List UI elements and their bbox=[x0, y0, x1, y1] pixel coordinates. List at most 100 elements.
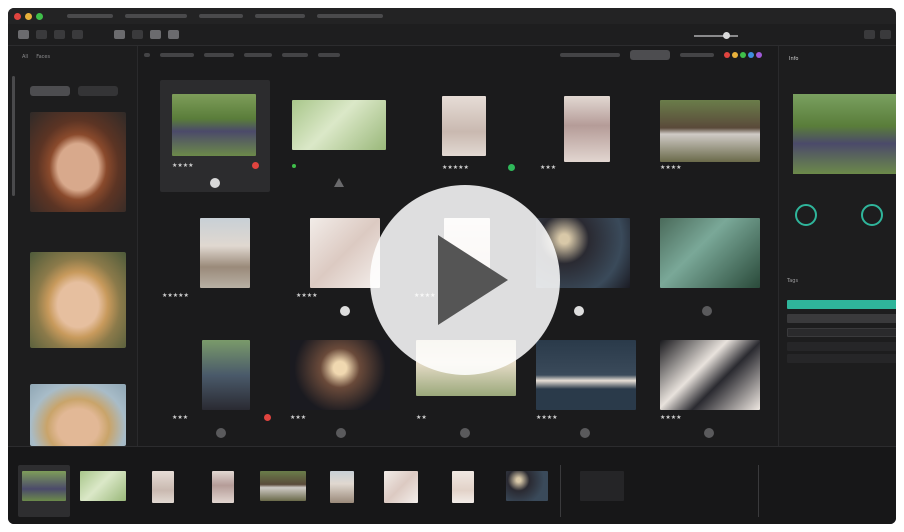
grid-view-button[interactable] bbox=[18, 30, 29, 39]
filmstrip-thumbnail[interactable] bbox=[22, 471, 66, 501]
rating-stars[interactable]: ★★★★ bbox=[296, 292, 318, 299]
filmstrip-thumbnail[interactable] bbox=[384, 471, 418, 503]
color-label-yellow[interactable] bbox=[732, 52, 738, 58]
thumbnail-size-slider[interactable] bbox=[694, 35, 738, 37]
photo-thumbnail[interactable] bbox=[536, 340, 636, 410]
sidebar-toggle-button[interactable] bbox=[880, 30, 891, 39]
filter-item[interactable] bbox=[560, 53, 620, 57]
grid-cell[interactable]: ★★★ bbox=[282, 326, 392, 438]
filmstrip-thumbnail[interactable] bbox=[212, 471, 234, 503]
rating-stars[interactable]: ★★★ bbox=[172, 414, 188, 421]
title-tab[interactable] bbox=[255, 14, 305, 18]
tab-faces[interactable]: Faces bbox=[36, 54, 50, 60]
map-view-button[interactable] bbox=[72, 30, 83, 39]
filmstrip-thumbnail[interactable] bbox=[80, 471, 126, 501]
filter-item[interactable] bbox=[282, 53, 308, 57]
tab-all[interactable]: All bbox=[22, 54, 28, 60]
photo-thumbnail[interactable] bbox=[660, 340, 760, 410]
photo-thumbnail[interactable] bbox=[292, 100, 386, 150]
edit-button[interactable] bbox=[150, 30, 161, 39]
grid-cell[interactable] bbox=[282, 80, 392, 192]
filter-item[interactable] bbox=[318, 53, 340, 57]
export-button[interactable] bbox=[132, 30, 143, 39]
face-thumbnail[interactable] bbox=[30, 112, 126, 212]
reject-badge[interactable] bbox=[252, 162, 259, 169]
filter-icon[interactable] bbox=[144, 53, 150, 57]
tag-input[interactable] bbox=[787, 328, 896, 337]
pick-flag-icon[interactable] bbox=[702, 306, 712, 316]
grid-cell[interactable]: ★★★ bbox=[160, 326, 271, 438]
photo-thumbnail[interactable] bbox=[564, 96, 610, 162]
filmstrip-thumbnail[interactable] bbox=[506, 471, 548, 501]
segment-left[interactable] bbox=[30, 86, 70, 96]
pick-flag-icon[interactable] bbox=[580, 428, 590, 438]
minimize-dot-icon[interactable] bbox=[25, 12, 32, 20]
grid-cell[interactable]: ★★★★ bbox=[646, 80, 760, 192]
pick-flag-icon[interactable] bbox=[216, 428, 226, 438]
import-button[interactable] bbox=[114, 30, 125, 39]
rating-stars[interactable]: ★★★★ bbox=[536, 414, 558, 421]
grid-cell[interactable]: ★★★★ bbox=[160, 80, 270, 192]
pick-flag-icon[interactable] bbox=[340, 306, 350, 316]
photo-thumbnail[interactable] bbox=[290, 340, 390, 410]
grid-cell[interactable]: ★★★★★ bbox=[160, 202, 270, 314]
rating-stars[interactable]: ★★ bbox=[416, 414, 427, 421]
color-label-green[interactable] bbox=[740, 52, 746, 58]
title-tab[interactable] bbox=[125, 14, 187, 18]
scrollbar[interactable] bbox=[12, 76, 15, 196]
face-thumbnail[interactable] bbox=[30, 252, 126, 348]
share-button[interactable] bbox=[168, 30, 179, 39]
slider-handle[interactable] bbox=[723, 32, 730, 39]
rating-stars[interactable]: ★★★★ bbox=[660, 164, 682, 171]
face-thumbnail[interactable] bbox=[30, 384, 126, 446]
filter-selected[interactable] bbox=[630, 50, 670, 60]
rating-stars[interactable]: ★★★★★ bbox=[442, 164, 469, 171]
grid-cell[interactable]: ★★★★ bbox=[522, 326, 636, 438]
accept-badge[interactable] bbox=[508, 164, 515, 171]
color-label-blue[interactable] bbox=[748, 52, 754, 58]
pick-flag-icon[interactable] bbox=[210, 178, 220, 188]
color-label-red[interactable] bbox=[724, 52, 730, 58]
filter-item[interactable] bbox=[244, 53, 272, 57]
filmstrip-thumbnail[interactable] bbox=[580, 471, 624, 501]
photo-thumbnail[interactable] bbox=[660, 218, 760, 288]
panel-toggle-button[interactable] bbox=[864, 30, 875, 39]
tag-row-selected[interactable] bbox=[787, 300, 896, 309]
photo-thumbnail[interactable] bbox=[172, 94, 256, 156]
rating-stars[interactable]: ★★★★★ bbox=[162, 292, 189, 299]
grid-cell[interactable]: ★★★★ bbox=[646, 326, 760, 438]
tag-row[interactable] bbox=[787, 342, 896, 351]
filter-item[interactable] bbox=[204, 53, 234, 57]
single-view-button[interactable] bbox=[36, 30, 47, 39]
segment-right[interactable] bbox=[78, 86, 118, 96]
zoom-dot-icon[interactable] bbox=[36, 12, 43, 20]
filmstrip-thumbnail[interactable] bbox=[452, 471, 474, 503]
title-tab[interactable] bbox=[317, 14, 383, 18]
play-button[interactable] bbox=[370, 185, 560, 375]
filter-item[interactable] bbox=[680, 53, 714, 57]
pick-flag-icon[interactable] bbox=[704, 428, 714, 438]
compare-view-button[interactable] bbox=[54, 30, 65, 39]
pick-flag-icon[interactable] bbox=[336, 428, 346, 438]
rating-stars[interactable]: ★★★ bbox=[540, 164, 556, 171]
grid-cell[interactable]: ★★★ bbox=[522, 80, 632, 192]
filmstrip-thumbnail[interactable] bbox=[152, 471, 174, 503]
grid-cell[interactable] bbox=[646, 202, 760, 316]
title-tab[interactable] bbox=[199, 14, 243, 18]
tag-row[interactable] bbox=[787, 354, 896, 363]
rating-stars[interactable]: ★★★★ bbox=[660, 414, 682, 421]
filmstrip-thumbnail[interactable] bbox=[260, 471, 306, 501]
filmstrip-thumbnail[interactable] bbox=[330, 471, 354, 503]
reject-badge[interactable] bbox=[264, 414, 271, 421]
pick-flag-icon[interactable] bbox=[574, 306, 584, 316]
grid-cell[interactable]: ★★★★★ bbox=[402, 80, 515, 192]
color-label-purple[interactable] bbox=[756, 52, 762, 58]
photo-thumbnail[interactable] bbox=[202, 340, 250, 410]
tag-row[interactable] bbox=[787, 314, 896, 323]
photo-thumbnail[interactable] bbox=[200, 218, 250, 288]
photo-thumbnail[interactable] bbox=[660, 100, 760, 162]
filter-item[interactable] bbox=[160, 53, 194, 57]
tab-info[interactable]: Info bbox=[789, 56, 798, 62]
pick-flag-icon[interactable] bbox=[460, 428, 470, 438]
photo-thumbnail[interactable] bbox=[442, 96, 486, 156]
